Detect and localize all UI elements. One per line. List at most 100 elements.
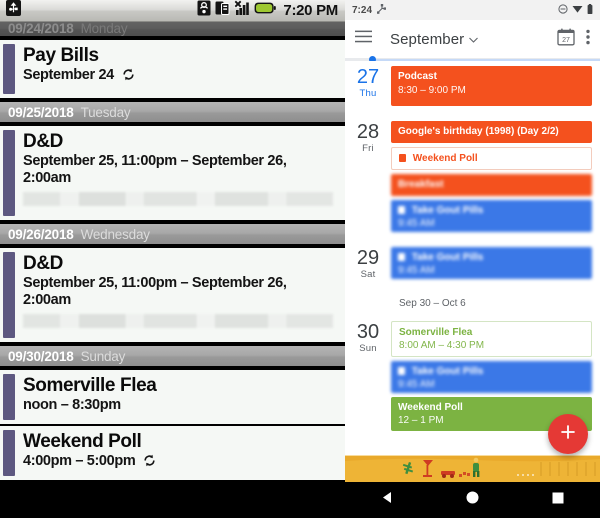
event-chip-title: Google's birthday (1998) (Day 2/2) xyxy=(398,126,559,137)
event-chip-time: 9:45 AM xyxy=(398,218,435,229)
agenda-event-item[interactable]: Somerville Flea noon – 8:30pm xyxy=(0,368,345,425)
agenda-event-item[interactable]: Weekend Poll 4:00pm – 5:00pm xyxy=(0,425,345,482)
task-icon xyxy=(398,205,405,214)
battery-icon xyxy=(587,3,593,17)
debug-icon xyxy=(377,3,387,17)
plus-icon xyxy=(560,424,576,445)
app-bar-actions: 27 xyxy=(557,28,590,51)
event-chip-time: 9:45 AM xyxy=(398,379,435,390)
redacted-detail-line xyxy=(23,314,333,329)
event-title: D&D xyxy=(23,131,63,152)
event-subtitle: September 25, 11:00pm – September 26, 2:… xyxy=(23,275,287,309)
event-title: Pay Bills xyxy=(23,45,99,66)
task-icon xyxy=(398,252,405,261)
event-chip-time: 9:45 AM xyxy=(398,265,435,276)
status-icons xyxy=(558,3,593,17)
create-event-fab[interactable] xyxy=(548,414,588,454)
event-title: D&D xyxy=(23,253,63,274)
event-subtitle: September 25, 11:00pm – September 26, 2:… xyxy=(23,153,287,187)
agenda-list[interactable]: 09/24/2018 Monday Pay Bills September 24 xyxy=(0,22,345,518)
day-events: Google's birthday (1998) (Day 2/2) Weeke… xyxy=(391,116,592,242)
event-color-bar xyxy=(3,130,15,216)
recurring-icon xyxy=(143,454,156,472)
agenda-event-item[interactable]: D&D September 25, 11:00pm – September 26… xyxy=(0,246,345,344)
signal-no-service-icon xyxy=(234,0,250,21)
wifi-icon xyxy=(572,4,583,16)
chevron-down-icon[interactable] xyxy=(469,30,479,48)
date-header: 09/30/2018 Sunday xyxy=(0,344,345,368)
google-calendar-app: 7:24 September 27 27 Thu Podcast 8:30 – … xyxy=(345,0,600,518)
week-range-divider: Sep 30 – Oct 6 xyxy=(399,297,466,309)
event-chip-time: 8:30 – 9:00 PM xyxy=(398,84,466,96)
day-row: 27 Thu Podcast 8:30 – 9:00 PM xyxy=(345,61,600,116)
task-icon xyxy=(398,366,405,375)
event-chip-title: Somerville Flea xyxy=(399,326,473,338)
day-label: 27 Thu xyxy=(356,66,380,100)
event-chip[interactable]: Breakfast xyxy=(391,174,592,196)
date-header: 09/25/2018 Tuesday xyxy=(0,100,345,124)
legacy-status-icons: 7:20 PM xyxy=(197,0,341,21)
seasonal-illustration xyxy=(345,454,600,482)
svg-text:27: 27 xyxy=(562,37,570,44)
day-events: Podcast 8:30 – 9:00 PM xyxy=(391,61,592,116)
legacy-clock: 7:20 PM xyxy=(283,2,338,19)
usb-icon xyxy=(6,0,21,21)
agenda-event-item[interactable]: Pay Bills September 24 xyxy=(0,38,345,100)
day-events: Take Gout Pills 9:45 AM xyxy=(391,242,592,289)
recurring-icon xyxy=(122,68,135,86)
agenda-event-item[interactable]: D&D September 25, 11:00pm – September 26… xyxy=(0,124,345,222)
event-chip-title: Weekend Poll xyxy=(398,401,463,413)
event-color-bar xyxy=(3,374,15,420)
status-clock: 7:24 xyxy=(352,4,373,16)
schedule-list[interactable]: 27 Thu Podcast 8:30 – 9:00 PM 28 Fri Goo… xyxy=(345,61,600,454)
date-header: 09/24/2018 Monday xyxy=(0,22,345,38)
event-chip-title: Take Gout Pills xyxy=(398,251,585,265)
day-row: 29 Sat Take Gout Pills 9:45 AM xyxy=(345,242,600,289)
event-chip-title: Take Gout Pills xyxy=(398,204,585,218)
event-chip[interactable]: Podcast 8:30 – 9:00 PM xyxy=(391,66,592,106)
event-chip[interactable]: Weekend Poll xyxy=(391,146,592,170)
sd-card-icon xyxy=(197,0,211,21)
event-color-bar xyxy=(3,430,15,476)
event-color-bar xyxy=(3,252,15,338)
event-subtitle: 4:00pm – 5:00pm xyxy=(23,453,337,472)
event-chip-title: Podcast xyxy=(398,71,437,82)
day-row: 28 Fri Google's birthday (1998) (Day 2/2… xyxy=(345,116,600,242)
event-chip[interactable]: Somerville Flea 8:00 AM – 4:30 PM xyxy=(391,320,592,357)
event-time-text: September 24 xyxy=(23,67,114,84)
event-chip[interactable]: Take Gout Pills 9:45 AM xyxy=(391,360,592,393)
event-time-text: 4:00pm – 5:00pm xyxy=(23,453,136,470)
event-chip[interactable]: Google's birthday (1998) (Day 2/2) xyxy=(391,121,592,143)
redacted-detail-line xyxy=(23,192,333,207)
event-chip[interactable]: Take Gout Pills 9:45 AM xyxy=(391,199,592,232)
do-not-disturb-icon xyxy=(558,3,568,17)
nav-recents-icon[interactable] xyxy=(551,491,565,510)
event-chip[interactable]: Take Gout Pills 9:45 AM xyxy=(391,246,592,279)
nav-home-icon[interactable] xyxy=(465,490,480,510)
nav-back-icon[interactable] xyxy=(380,490,395,510)
poll-icon xyxy=(399,153,406,162)
day-label: 28 Fri xyxy=(356,121,380,155)
calendar-today-icon[interactable]: 27 xyxy=(557,28,575,51)
date-header: 09/26/2018 Wednesday xyxy=(0,222,345,246)
event-chip-title: Breakfast xyxy=(398,179,444,190)
hamburger-menu-icon[interactable] xyxy=(355,30,372,48)
month-title[interactable]: September xyxy=(390,31,464,48)
event-title: Weekend Poll xyxy=(23,431,142,452)
event-subtitle: September 24 xyxy=(23,67,337,86)
overflow-menu-icon[interactable] xyxy=(586,29,590,50)
event-subtitle: noon – 8:30pm xyxy=(23,397,121,414)
event-chip-title: Take Gout Pills xyxy=(398,365,585,379)
legacy-status-bar: 7:20 PM xyxy=(0,0,345,22)
app-bar: September 27 xyxy=(345,20,600,58)
event-chip-time: 8:00 AM – 4:30 PM xyxy=(399,340,485,351)
sim-card-icon xyxy=(215,0,230,21)
event-title: Somerville Flea xyxy=(23,375,157,396)
android-status-bar: 7:24 xyxy=(345,0,600,20)
event-chip-title: Weekend Poll xyxy=(399,152,584,166)
day-label: 29 Sat xyxy=(356,246,380,280)
day-label: 30 Sun xyxy=(356,320,380,354)
legacy-agenda-app: 7:20 PM 09/24/2018 Monday Pay Bills Sept… xyxy=(0,0,345,518)
battery-icon xyxy=(254,1,277,20)
event-color-bar xyxy=(3,44,15,94)
